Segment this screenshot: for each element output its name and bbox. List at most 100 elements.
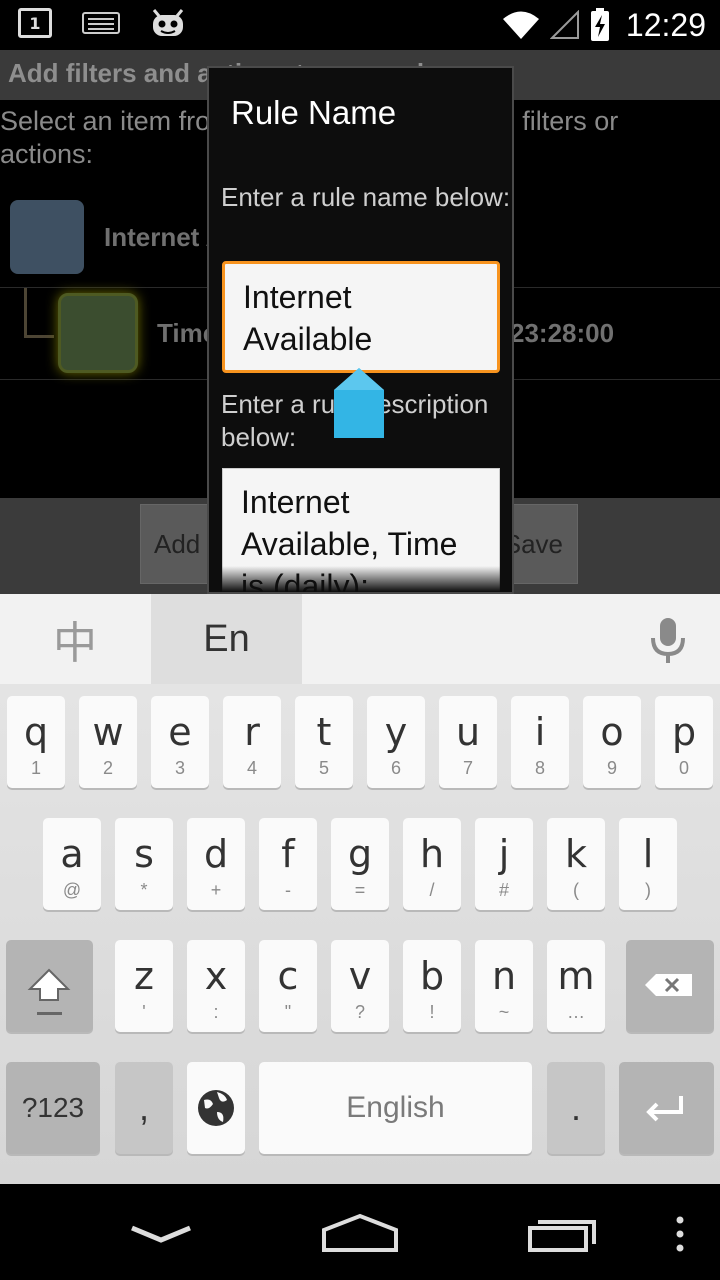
key-char: x: [204, 954, 228, 998]
home-icon[interactable]: [318, 1204, 402, 1264]
key-char: w: [92, 710, 124, 754]
backspace-key[interactable]: [626, 940, 714, 1032]
symbols-key[interactable]: ?123: [6, 1062, 100, 1154]
key-u[interactable]: u7: [439, 696, 497, 788]
key-char: s: [134, 832, 154, 876]
symbols-key-label: ?123: [21, 1092, 85, 1123]
key-alt-char: ~: [498, 1002, 510, 1022]
key-alt-char: *: [140, 880, 148, 900]
comma-key[interactable]: ,: [115, 1062, 173, 1154]
menu-dots-icon[interactable]: [670, 1204, 690, 1264]
key-char: l: [642, 832, 654, 876]
key-alt-char: 5: [318, 758, 329, 778]
key-d[interactable]: d +: [187, 818, 245, 910]
key-alt-char: 4: [246, 758, 257, 778]
key-alt-char: ): [645, 880, 651, 900]
key-n[interactable]: n ~: [475, 940, 533, 1032]
key-t[interactable]: t5: [295, 696, 353, 788]
enter-icon: [646, 1096, 683, 1122]
key-char: p: [671, 710, 697, 754]
notification-count-icon: 1: [18, 8, 52, 38]
comma-key-label: ,: [138, 1087, 149, 1128]
key-alt-char: (: [573, 880, 579, 900]
shift-key[interactable]: [6, 940, 93, 1032]
key-char: z: [134, 954, 154, 998]
key-alt-char: 2: [102, 758, 113, 778]
key-k[interactable]: k(: [547, 818, 605, 910]
key-g[interactable]: g =: [331, 818, 389, 910]
soft-keyboard: 中 En q1w2e3r4t5y6u7i8o9p0 a @ s * d + f - g = h / j #…: [0, 594, 720, 1184]
filter-square-icon: [10, 200, 84, 274]
lang-english-button[interactable]: En: [151, 594, 302, 684]
key-char: j: [498, 832, 510, 876]
key-alt-char: 8: [534, 758, 545, 778]
globe-key[interactable]: [187, 1062, 245, 1154]
globe-icon: [198, 1090, 234, 1126]
key-char: v: [348, 954, 372, 998]
cyanogen-droid-icon: [152, 9, 184, 36]
key-alt-char: -: [285, 880, 291, 900]
key-p[interactable]: p0: [655, 696, 713, 788]
key-char: q: [23, 710, 49, 754]
key-m[interactable]: m…: [547, 940, 605, 1032]
key-h[interactable]: h /: [403, 818, 461, 910]
key-o[interactable]: o9: [583, 696, 641, 788]
key-b[interactable]: b!: [403, 940, 461, 1032]
key-char: t: [316, 710, 332, 754]
shift-icon: [27, 968, 71, 1015]
lang-chinese-button[interactable]: 中: [0, 594, 150, 684]
key-alt-char: 6: [390, 758, 401, 778]
key-char: i: [534, 710, 546, 754]
action-square-icon: [58, 293, 138, 373]
key-char: y: [384, 710, 408, 754]
key-char: n: [491, 954, 517, 998]
key-char: o: [600, 710, 624, 754]
key-char: d: [203, 832, 229, 876]
key-z[interactable]: z ': [115, 940, 173, 1032]
key-alt-char: @: [62, 880, 82, 900]
wifi-icon: [502, 11, 539, 39]
scroll-fade: [209, 566, 512, 592]
key-w[interactable]: w2: [79, 696, 137, 788]
backspace-icon: [645, 974, 692, 996]
enter-key[interactable]: [619, 1062, 714, 1154]
space-key-label: English: [346, 1091, 445, 1124]
clock: 12:29: [625, 6, 706, 43]
key-c[interactable]: c ": [259, 940, 317, 1032]
key-alt-char: …: [567, 1002, 585, 1022]
key-e[interactable]: e3: [151, 696, 209, 788]
signal-icon: [549, 10, 579, 39]
period-key[interactable]: .: [547, 1062, 605, 1154]
key-i[interactable]: i8: [511, 696, 569, 788]
recents-icon[interactable]: [524, 1204, 600, 1264]
key-a[interactable]: a @: [43, 818, 101, 910]
key-q[interactable]: q1: [7, 696, 65, 788]
key-r[interactable]: r4: [223, 696, 281, 788]
key-char: u: [455, 710, 481, 754]
key-alt-char: 7: [462, 758, 473, 778]
rule-name-dialog: Rule Name Enter a rule name below: Inter…: [207, 66, 514, 594]
key-y[interactable]: y6: [367, 696, 425, 788]
key-alt-char: +: [210, 880, 222, 900]
key-alt-char: =: [354, 880, 366, 900]
key-x[interactable]: x:: [187, 940, 245, 1032]
key-f[interactable]: f-: [259, 818, 317, 910]
rule-name-input[interactable]: Internet Available: [222, 261, 500, 373]
key-alt-char: ': [142, 1002, 146, 1022]
key-alt-char: !: [429, 1002, 435, 1022]
key-alt-char: 3: [174, 758, 185, 778]
mic-icon[interactable]: [648, 616, 688, 664]
key-l[interactable]: l): [619, 818, 677, 910]
key-alt-char: 0: [678, 758, 689, 778]
key-s[interactable]: s *: [115, 818, 173, 910]
back-chevron-icon[interactable]: [124, 1204, 198, 1264]
key-alt-char: ?: [354, 1002, 365, 1022]
key-char: r: [244, 710, 260, 754]
space-key[interactable]: English: [259, 1062, 532, 1154]
battery-charging-icon: [590, 8, 609, 41]
key-j[interactable]: j #: [475, 818, 533, 910]
key-v[interactable]: v?: [331, 940, 389, 1032]
key-alt-char: ": [284, 1002, 292, 1022]
key-char: a: [60, 832, 84, 876]
text-cursor-handle-icon[interactable]: [332, 366, 386, 440]
